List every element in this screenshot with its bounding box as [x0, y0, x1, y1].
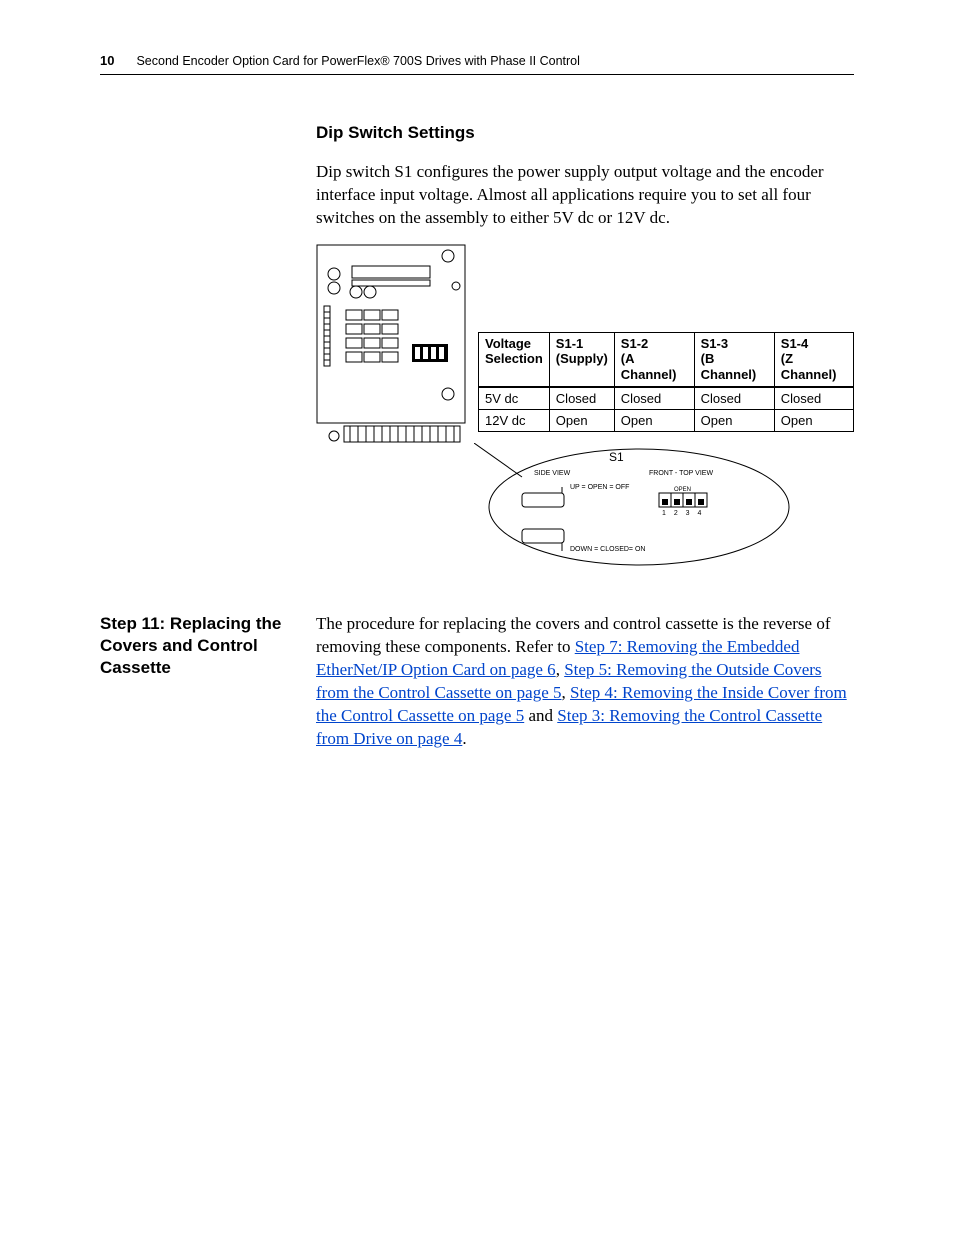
th-s1-4: S1-4(Z Channel): [774, 332, 853, 386]
page-header: 10 Second Encoder Option Card for PowerF…: [100, 52, 854, 75]
table-row: 12V dc Open Open Open Open: [479, 409, 854, 431]
cell-voltage: 5V dc: [479, 387, 550, 410]
cell-s1-3: Open: [694, 409, 774, 431]
front-view-label: FRONT - TOP VIEW: [649, 470, 713, 477]
dip-paragraph: Dip switch S1 configures the power suppl…: [316, 161, 854, 230]
running-title: Second Encoder Option Card for PowerFlex…: [136, 54, 579, 68]
th-voltage: VoltageSelection: [479, 332, 550, 386]
positions-label: 1 2 3 4: [662, 510, 704, 517]
dip-switch-table: VoltageSelection S1-1(Supply) S1-2(A Cha…: [478, 332, 854, 432]
open-label: OPEN: [674, 487, 691, 493]
callout-title: S1: [609, 450, 624, 464]
cell-s1-3: Closed: [694, 387, 774, 410]
cell-s1-4: Closed: [774, 387, 853, 410]
page-number: 10: [100, 53, 114, 68]
pcb-svg: [316, 244, 466, 444]
table-header-row: VoltageSelection S1-1(Supply) S1-2(A Cha…: [479, 332, 854, 386]
sep: ,: [562, 683, 571, 702]
cell-s1-4: Open: [774, 409, 853, 431]
s1-callout: S1 SIDE VIEW FRONT - TOP VIEW UP = OPEN …: [474, 443, 854, 573]
pcb-diagram: [316, 244, 466, 449]
sep: and: [524, 706, 557, 725]
cell-s1-1: Closed: [549, 387, 614, 410]
table-row: 5V dc Closed Closed Closed Closed: [479, 387, 854, 410]
th-s1-1: S1-1(Supply): [549, 332, 614, 386]
th-s1-3: S1-3(B Channel): [694, 332, 774, 386]
section-dip-body: Dip Switch Settings Dip switch S1 config…: [316, 123, 854, 573]
section-step-11: Step 11: Replacing the Covers and Contro…: [100, 613, 854, 765]
sep: ,: [556, 660, 565, 679]
section-dip-switch: Dip Switch Settings Dip switch S1 config…: [100, 123, 854, 573]
side-view-label: SIDE VIEW: [534, 470, 571, 477]
step11-heading-col: Step 11: Replacing the Covers and Contro…: [100, 613, 316, 679]
dip-figure-row: VoltageSelection S1-1(Supply) S1-2(A Cha…: [316, 244, 854, 449]
step11-heading: Step 11: Replacing the Covers and Contro…: [100, 613, 304, 679]
cell-s1-2: Closed: [614, 387, 694, 410]
cell-voltage: 12V dc: [479, 409, 550, 431]
step11-outro: .: [462, 729, 466, 748]
step11-paragraph: The procedure for replacing the covers a…: [316, 613, 854, 751]
down-closed-on-label: DOWN = CLOSED= ON: [570, 546, 645, 553]
th-s1-2: S1-2(A Channel): [614, 332, 694, 386]
up-open-off-label: UP = OPEN = OFF: [570, 484, 629, 491]
cell-s1-2: Open: [614, 409, 694, 431]
dip-heading: Dip Switch Settings: [316, 123, 854, 143]
step11-body: The procedure for replacing the covers a…: [316, 613, 854, 765]
page: 10 Second Encoder Option Card for PowerF…: [0, 0, 954, 1235]
s1-callout-svg: S1 SIDE VIEW FRONT - TOP VIEW UP = OPEN …: [474, 443, 854, 573]
cell-s1-1: Open: [549, 409, 614, 431]
